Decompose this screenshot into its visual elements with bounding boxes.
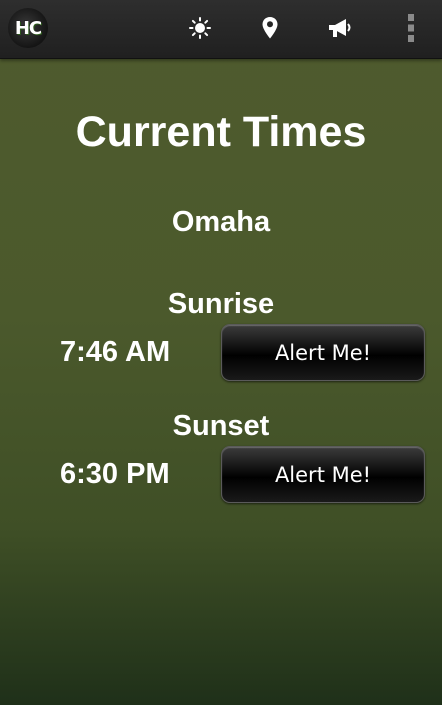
- action-bar: HC: [0, 0, 442, 59]
- sunset-label: Sunset: [172, 410, 270, 442]
- city-name: Omaha: [171, 206, 271, 238]
- app-logo[interactable]: HC: [8, 8, 48, 48]
- sunset-time: 6:30 PM: [60, 458, 170, 490]
- sunrise-label: Sunrise: [167, 288, 275, 320]
- overflow-menu-icon[interactable]: [397, 14, 425, 42]
- logo-text: HC: [14, 17, 42, 39]
- sun-icon[interactable]: [186, 14, 214, 42]
- page-title: Current Times: [75, 108, 367, 156]
- megaphone-icon[interactable]: [326, 14, 354, 42]
- sunrise-alert-button[interactable]: Alert Me!: [221, 324, 425, 381]
- location-pin-icon[interactable]: [256, 14, 284, 42]
- sunset-alert-button[interactable]: Alert Me!: [221, 446, 425, 503]
- sunrise-time: 7:46 AM: [60, 336, 171, 368]
